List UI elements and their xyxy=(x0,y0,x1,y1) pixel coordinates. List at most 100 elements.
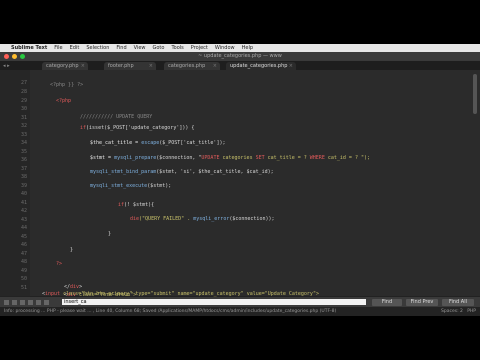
status-right: Spaces: 2 PHP xyxy=(441,307,476,316)
code-line: if(! $stmt){ xyxy=(118,202,154,208)
code-token: class="btn btn-primary" type="submit" na… xyxy=(60,291,319,297)
code-token: } xyxy=(70,247,74,253)
tab-category[interactable]: category.php × xyxy=(42,62,88,70)
status-bar: Info: processing ... PHP - please wait .… xyxy=(0,307,480,316)
code-token: <?php xyxy=(56,98,72,104)
line-number-gutter: 27 28 29 30 31 32 33 34 35 36 37 38 39 4… xyxy=(0,70,30,296)
code-line: mysqli_stmt_execute($stmt); xyxy=(90,183,171,189)
wrap-toggle-icon[interactable] xyxy=(28,300,33,305)
find-all-button[interactable]: Find All xyxy=(442,299,474,306)
menu-edit[interactable]: Edit xyxy=(70,45,80,51)
syntax-setting[interactable]: PHP xyxy=(467,309,476,314)
code-token: mysqli_stmt_bind_param xyxy=(90,169,157,175)
menu-window[interactable]: Window xyxy=(215,45,235,51)
line-number: 39 xyxy=(20,183,27,189)
line-number: 47 xyxy=(20,251,27,257)
code-token: } xyxy=(108,231,112,237)
code-line: ?> xyxy=(56,261,62,267)
indentation-setting[interactable]: Spaces: 2 xyxy=(441,309,463,314)
close-tab-icon[interactable]: × xyxy=(81,62,85,70)
code-token: mysqli_error xyxy=(193,216,230,222)
code-token: <?php }} ?> xyxy=(50,82,84,88)
line-number: 31 xyxy=(20,115,27,121)
code-line: /////////// UPDATE QUERY xyxy=(80,114,152,120)
line-number: 35 xyxy=(20,149,27,155)
code-comment: /////////// UPDATE QUERY xyxy=(80,114,153,120)
menu-help[interactable]: Help xyxy=(242,45,253,51)
tab-update-categories[interactable]: update_categories.php × xyxy=(226,62,296,70)
line-number: 44 xyxy=(20,225,27,231)
title-bar: ~ update_categories.php — www xyxy=(0,52,480,61)
find-prev-button[interactable]: Find Prev xyxy=(406,299,438,306)
line-number: 38 xyxy=(20,174,27,180)
highlight-matches-toggle-icon[interactable] xyxy=(44,300,49,305)
tab-nav-arrows-icon[interactable]: ◂ ▸ xyxy=(3,62,10,70)
line-number: 50 xyxy=(20,276,27,282)
menu-app-name[interactable]: Sublime Text xyxy=(11,45,47,51)
whole-word-toggle-icon[interactable] xyxy=(20,300,25,305)
menu-file[interactable]: File xyxy=(54,45,62,51)
code-token: WHERE xyxy=(309,155,325,161)
line-number: 48 xyxy=(20,259,27,265)
menu-view[interactable]: View xyxy=(134,45,146,51)
menu-find[interactable]: Find xyxy=(116,45,126,51)
code-token: $stmt = xyxy=(90,155,115,161)
code-line: <?php xyxy=(56,98,71,104)
line-number: 36 xyxy=(20,157,27,163)
tab-footer[interactable]: footer.php × xyxy=(104,62,156,70)
code-token: input xyxy=(45,291,61,297)
code-editor[interactable]: <?php }} ?> <?php /////////// UPDATE QUE… xyxy=(30,70,468,298)
close-tab-icon[interactable]: × xyxy=(289,62,293,70)
code-line: $stmt = mysqli_prepare($connection, "UPD… xyxy=(90,155,370,161)
regex-toggle-icon[interactable] xyxy=(4,300,9,305)
menu-tools[interactable]: Tools xyxy=(171,45,183,51)
code-token: UPDATE xyxy=(201,155,220,161)
code-line: mysqli_stmt_bind_param($stmt, 'si', $the… xyxy=(90,169,274,175)
code-token: (! $stmt){ xyxy=(124,202,155,208)
code-token: ($connection)); xyxy=(229,216,275,222)
menu-project[interactable]: Project xyxy=(191,45,208,51)
code-token: ($stmt); xyxy=(147,183,172,189)
tab-label: categories.php xyxy=(168,63,206,69)
line-number: 40 xyxy=(20,191,27,197)
find-button[interactable]: Find xyxy=(372,299,402,306)
code-line: } xyxy=(70,247,73,253)
code-token: ($connection, " xyxy=(156,155,202,161)
code-line: $the_cat_title = escape($_POST['cat_titl… xyxy=(90,140,225,146)
line-number: 46 xyxy=(20,242,27,248)
code-token: (isset($_POST['update_category'])) { xyxy=(86,125,195,131)
menu-goto[interactable]: Goto xyxy=(153,45,165,51)
editor-window: Sublime Text File Edit Selection Find Vi… xyxy=(0,44,480,316)
line-number: 28 xyxy=(20,89,27,95)
line-number: 41 xyxy=(20,200,27,206)
menu-selection[interactable]: Selection xyxy=(86,45,109,51)
close-tab-icon[interactable]: × xyxy=(213,62,217,70)
code-token: mysqli_prepare xyxy=(114,155,157,161)
line-number: 37 xyxy=(20,166,27,172)
tab-categories[interactable]: categories.php × xyxy=(164,62,220,70)
code-token: cat_title = ? xyxy=(264,155,310,161)
tab-label: footer.php xyxy=(108,63,134,69)
case-sensitive-toggle-icon[interactable] xyxy=(12,300,17,305)
close-tab-icon[interactable]: × xyxy=(149,62,153,70)
code-token: die xyxy=(130,216,140,222)
code-token: ?> xyxy=(56,261,63,267)
tab-bar: ◂ ▸ category.php × footer.php × categories… xyxy=(0,61,480,70)
line-number: 49 xyxy=(20,268,27,274)
code-line: if(isset($_POST['update_category'])) { xyxy=(80,125,194,131)
line-number: 33 xyxy=(20,132,27,138)
line-number: 34 xyxy=(20,140,27,146)
code-line: <?php }} ?> xyxy=(50,82,83,88)
code-line: <input class="btn btn-primary" type="sub… xyxy=(42,291,319,297)
find-input[interactable]: insert_ca xyxy=(62,299,366,305)
code-token: ("QUERY FAILED" . xyxy=(139,216,194,222)
code-token: mysqli_stmt_execute xyxy=(90,183,148,189)
code-token: ($_POST['cat_title']); xyxy=(159,140,226,146)
code-token: div xyxy=(70,284,80,290)
in-selection-toggle-icon[interactable] xyxy=(36,300,41,305)
code-token: SET xyxy=(255,155,265,161)
vertical-scrollbar[interactable] xyxy=(473,74,477,114)
code-token: escape xyxy=(141,140,160,146)
code-token: > xyxy=(79,284,83,290)
code-token: ($stmt, 'si', $the_cat_title, $cat_id); xyxy=(156,169,274,175)
